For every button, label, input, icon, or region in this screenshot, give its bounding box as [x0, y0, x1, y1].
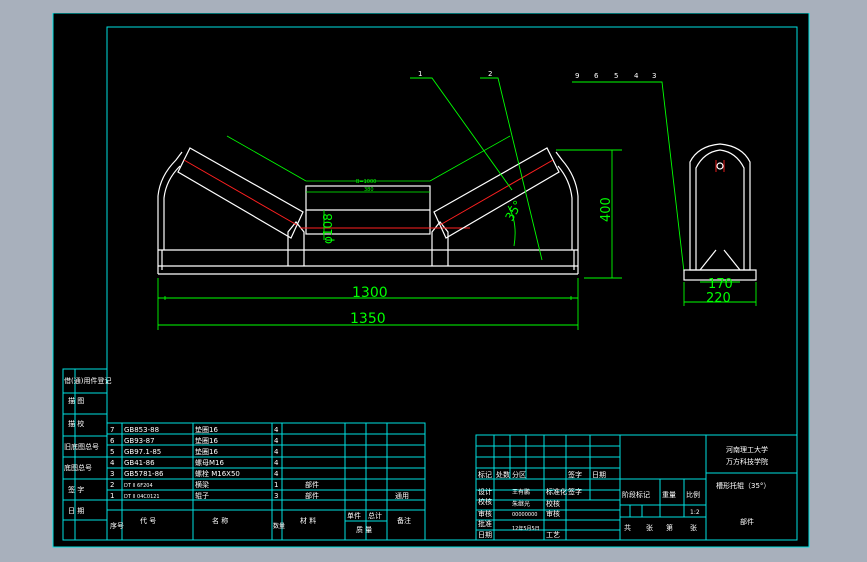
- parts-cell-qty: 4: [274, 470, 279, 478]
- tb-designer: 王有鹏: [512, 488, 530, 496]
- cad-drawing-canvas: 借(通)用件登记 描 图 描 校 旧底图总号 底图总号 签 字 日 期 1300…: [0, 0, 867, 548]
- tb-std-val: 00000000: [512, 512, 537, 518]
- parts-cell-name: 螺母M16: [195, 458, 224, 467]
- header-total: 总计: [368, 511, 382, 520]
- parts-cell-qty: 1: [274, 481, 278, 489]
- parts-cell-name: 螺栓 M16X50: [195, 469, 240, 478]
- balloon-1: 1: [418, 70, 422, 78]
- parts-cell-no: 4: [110, 459, 115, 467]
- dim-small-mid: 380: [364, 187, 374, 193]
- tb-checker-label: 校核: [546, 499, 560, 508]
- dim-400: 400: [599, 197, 614, 222]
- tb-sheets: 张: [646, 523, 653, 532]
- tb-date: 日期: [592, 471, 606, 479]
- parts-cell-material: 部件: [305, 491, 319, 500]
- tb-date-val: 12年5月5日: [512, 525, 540, 532]
- tb-sheet-no: 第: [666, 523, 673, 532]
- header-remark: 备注: [397, 516, 411, 525]
- parts-cell-qty: 4: [274, 426, 279, 434]
- parts-cell-no: 3: [110, 470, 114, 478]
- header-code: 代 号: [140, 516, 156, 525]
- tb-total-sheets: 共: [624, 523, 631, 532]
- balloon-5: 5: [614, 72, 618, 80]
- dim-108: φ108: [321, 213, 335, 244]
- parts-cell-code: GB93-87: [124, 437, 155, 445]
- parts-cell-code: GB5781-86: [124, 470, 164, 478]
- parts-cell-name: 垫圈16: [195, 447, 218, 456]
- tb-std: 标准化: [546, 487, 567, 496]
- header-single: 单件: [347, 511, 361, 520]
- tb-org: 河南理工大学: [726, 445, 768, 454]
- dim-small-top: B=1000: [356, 179, 376, 185]
- balloon-2: 2: [488, 70, 492, 78]
- parts-cell-no: 2: [110, 481, 114, 489]
- tb-sign: 签字: [568, 470, 582, 479]
- tb-sheet: 张: [690, 523, 697, 532]
- dim-1350: 1350: [350, 311, 386, 327]
- strip-label: 描 校: [68, 419, 84, 428]
- parts-cell-code: GB853-88: [124, 426, 159, 434]
- tb-approve: 批准: [478, 519, 492, 528]
- balloon-3: 3: [652, 72, 656, 80]
- strip-label: 签 字: [68, 485, 84, 494]
- tb-weight: 重量: [662, 491, 676, 499]
- parts-cell-no: 6: [110, 437, 115, 445]
- tb-drawing-name: 槽形托辊（35°）: [716, 481, 770, 490]
- tb-scale: 比例: [686, 490, 700, 499]
- tb-stage-mark: 阶段标记: [622, 490, 650, 499]
- parts-cell-no: 7: [110, 426, 114, 434]
- tb-org-sub: 万方科技学院: [726, 457, 768, 466]
- parts-cell-qty: 3: [274, 492, 278, 500]
- parts-cell-code: DT II 6F204: [124, 483, 153, 489]
- parts-cell-name: 横梁: [195, 480, 209, 489]
- tb-part-type: 部件: [740, 517, 754, 526]
- parts-cell-material: 部件: [305, 480, 319, 489]
- dim-220: 220: [706, 291, 731, 306]
- tb-sign2: 签字: [568, 487, 582, 496]
- parts-cell-qty: 4: [274, 459, 279, 467]
- balloon-9: 9: [575, 72, 579, 80]
- parts-cell-code: DT II 04C0121: [124, 494, 160, 500]
- parts-cell-remark: 通用: [395, 491, 409, 500]
- tb-checker: 朱继光: [512, 500, 530, 508]
- balloon-6: 6: [594, 72, 599, 80]
- strip-label: 日 期: [68, 507, 84, 515]
- strip-label: 底图总号: [64, 463, 92, 472]
- parts-cell-name: 垫圈16: [195, 425, 218, 434]
- strip-label: 描 图: [68, 396, 84, 405]
- tb-date2: 日期: [478, 531, 492, 539]
- parts-cell-code: GB97.1-85: [124, 448, 161, 456]
- parts-cell-no: 5: [110, 448, 114, 456]
- tb-craft: 工艺: [546, 531, 560, 539]
- parts-cell-name: 辊子: [195, 491, 209, 500]
- tb-design: 设计: [478, 487, 492, 496]
- header-material: 材 料: [300, 516, 316, 525]
- balloon-4: 4: [634, 72, 639, 80]
- parts-cell-qty: 4: [274, 448, 279, 456]
- tb-review: 审核: [478, 509, 492, 518]
- tb-scale-val: 1:2: [690, 509, 700, 516]
- strip-label: 借(通)用件登记: [64, 376, 111, 385]
- tb-review2: 审核: [546, 509, 560, 518]
- strip-label: 旧底图总号: [64, 442, 99, 451]
- tb-draw: 校核: [478, 497, 492, 506]
- parts-cell-code: GB41-86: [124, 459, 155, 467]
- header-no: 序号: [110, 521, 124, 530]
- tb-mark: 标记: [478, 470, 492, 479]
- dim-170: 170: [708, 277, 733, 292]
- parts-cell-qty: 4: [274, 437, 279, 445]
- tb-count: 处数: [496, 470, 510, 479]
- dim-1300: 1300: [352, 285, 388, 301]
- parts-cell-name: 垫圈16: [195, 436, 218, 445]
- header-qty: 数量: [273, 522, 285, 530]
- parts-cell-no: 1: [110, 492, 114, 500]
- header-weight: 质 量: [356, 525, 372, 534]
- tb-zone: 分区: [512, 470, 526, 479]
- header-name: 名 称: [212, 516, 228, 525]
